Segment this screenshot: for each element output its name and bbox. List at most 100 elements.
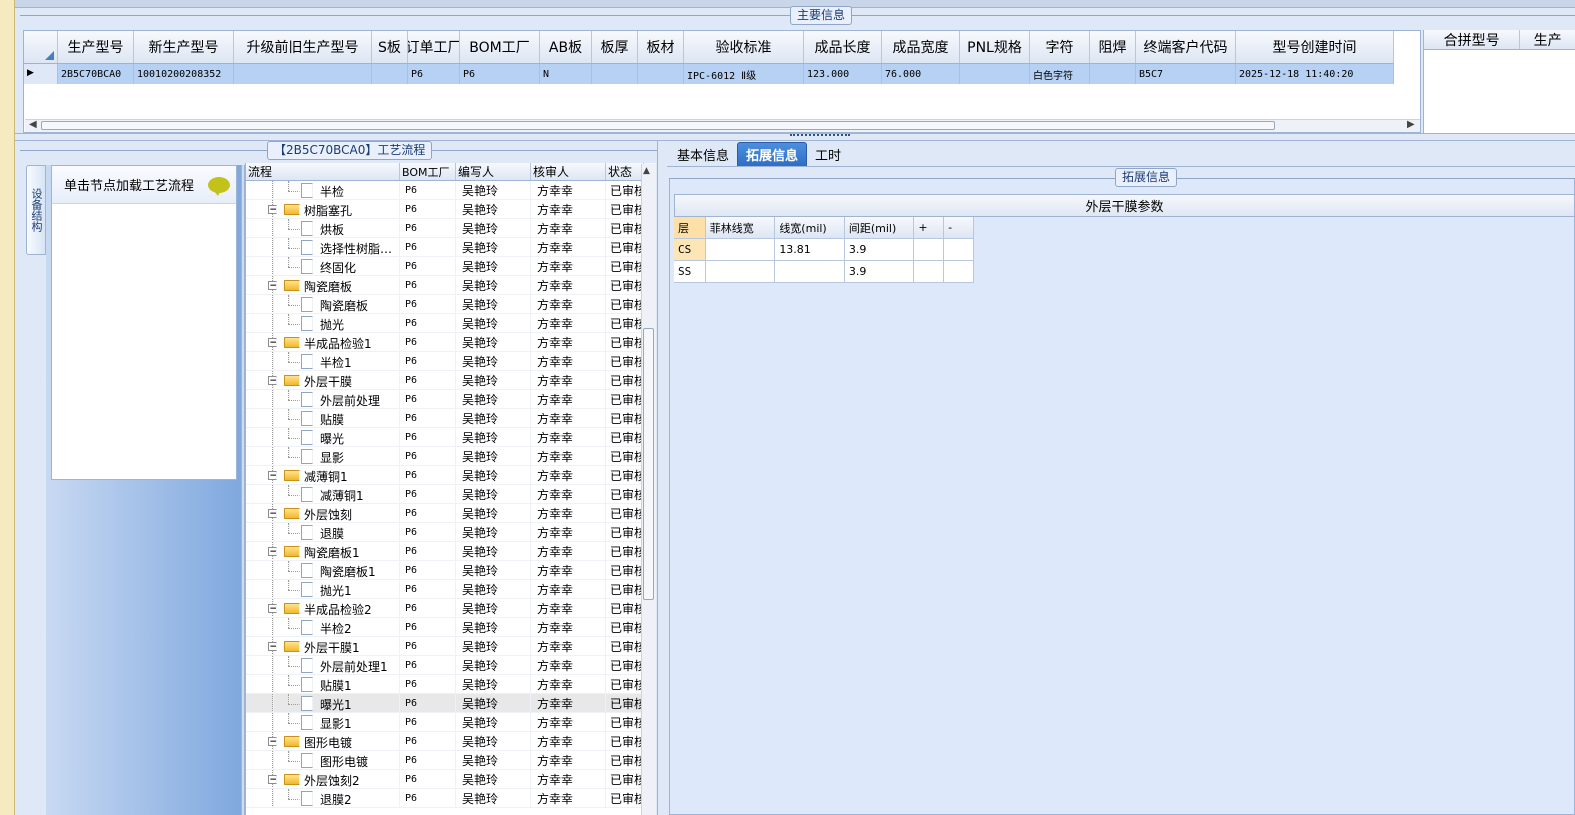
param-cell[interactable] [944, 239, 974, 261]
main-col-header[interactable]: 阻焊 [1090, 31, 1136, 63]
tree-node-label[interactable]: 图形电镀 [304, 734, 352, 750]
main-cell[interactable]: B5C7 [1136, 64, 1236, 84]
tab-equipment-structure[interactable]: 设备结构 [26, 165, 46, 255]
tree-node-cell[interactable]: − 外层干膜1 [246, 637, 400, 655]
tree-row[interactable]: 外层前处理 P6 吴艳玲 方幸幸 已审核 [246, 390, 644, 409]
tree-row[interactable]: 抛光1 P6 吴艳玲 方幸幸 已审核 [246, 580, 644, 599]
collapse-toggle-icon[interactable]: − [268, 604, 277, 613]
tree-row[interactable]: 陶瓷磨板 P6 吴艳玲 方幸幸 已审核 [246, 295, 644, 314]
remove-column-button[interactable]: - [944, 217, 974, 239]
scroll-right-icon[interactable]: ▶ [1407, 119, 1415, 130]
tree-row[interactable]: − 外层蚀刻2 P6吴艳玲方幸幸已审核 [246, 770, 644, 789]
main-cell[interactable]: 123.000 [804, 64, 882, 84]
collapse-toggle-icon[interactable]: − [268, 775, 277, 784]
param-cell[interactable] [705, 261, 776, 283]
tree-node-label[interactable]: 外层前处理 [320, 392, 380, 408]
collapse-toggle-icon[interactable]: − [268, 338, 277, 347]
tab-extended-info[interactable]: 拓展信息 [737, 142, 808, 166]
tree-node-cell[interactable]: 曝光1 [246, 694, 400, 712]
tree-node-cell[interactable]: 陶瓷磨板1 [246, 561, 400, 579]
tree-row[interactable]: 曝光1 P6 吴艳玲 方幸幸 已审核 [246, 694, 644, 713]
tree-node-label[interactable]: 树脂塞孔 [304, 202, 352, 218]
tree-row[interactable]: 外层前处理1 P6 吴艳玲 方幸幸 已审核 [246, 656, 644, 675]
param-cell[interactable]: 3.9 [844, 261, 915, 283]
tree-node-cell[interactable]: 贴膜1 [246, 675, 400, 693]
collapse-toggle-icon[interactable]: − [268, 471, 277, 480]
main-cell[interactable]: N [540, 64, 592, 84]
tree-node-cell[interactable]: 抛光 [246, 314, 400, 332]
tree-node-label[interactable]: 图形电镀 [320, 753, 368, 769]
tree-node-cell[interactable]: 陶瓷磨板 [246, 295, 400, 313]
collapse-toggle-icon[interactable]: − [268, 376, 277, 385]
tree-row[interactable]: − 树脂塞孔 P6吴艳玲方幸幸已审核 [246, 200, 644, 219]
collapse-toggle-icon[interactable]: − [268, 205, 277, 214]
tree-node-label[interactable]: 外层前处理1 [320, 658, 388, 674]
tree-node-cell[interactable]: 半检1 [246, 352, 400, 370]
tree-node-cell[interactable]: − 图形电镀 [246, 732, 400, 750]
main-cell[interactable]: 2025-12-18 11:40:20 [1236, 64, 1394, 84]
process-tree-vscroll-thumb[interactable] [643, 328, 654, 600]
tree-node-label[interactable]: 半成品检验2 [304, 601, 372, 617]
tree-node-cell[interactable]: 终固化 [246, 257, 400, 275]
layer-cell[interactable]: SS [674, 261, 706, 283]
scroll-left-icon[interactable]: ◀ [29, 119, 37, 130]
tree-row[interactable]: 贴膜 P6 吴艳玲 方幸幸 已审核 [246, 409, 644, 428]
tree-node-cell[interactable]: − 陶瓷磨板1 [246, 542, 400, 560]
tree-row[interactable]: − 陶瓷磨板1 P6吴艳玲方幸幸已审核 [246, 542, 644, 561]
tree-node-label[interactable]: 半检1 [320, 354, 352, 370]
main-col-header[interactable]: 成品长度 [804, 31, 882, 63]
main-cell[interactable]: 76.000 [882, 64, 960, 84]
tree-node-label[interactable]: 退膜2 [320, 791, 352, 807]
main-grid-row-selected[interactable]: 2B5C70BCA0 10010200208352 P6 P6 N IPC-6012 Ⅱ级… [24, 64, 1394, 84]
tree-row[interactable]: 图形电镀 P6 吴艳玲 方幸幸 已审核 [246, 751, 644, 770]
tree-node-cell[interactable]: 选择性树脂… [246, 238, 400, 256]
tree-row[interactable]: 曝光 P6 吴艳玲 方幸幸 已审核 [246, 428, 644, 447]
main-col-header[interactable]: S板 [372, 31, 408, 63]
tree-row[interactable]: 陶瓷磨板1 P6 吴艳玲 方幸幸 已审核 [246, 561, 644, 580]
main-cell[interactable] [960, 64, 1030, 84]
main-col-header[interactable]: BOM工厂 [460, 31, 540, 63]
tree-node-cell[interactable]: 外层前处理1 [246, 656, 400, 674]
tree-node-cell[interactable]: 图形电镀 [246, 751, 400, 769]
main-cell[interactable] [234, 64, 372, 84]
tree-node-label[interactable]: 选择性树脂… [320, 240, 392, 256]
splitter-grip-icon[interactable] [790, 134, 850, 139]
main-cell[interactable]: P6 [460, 64, 540, 84]
tree-node-cell[interactable]: 抛光1 [246, 580, 400, 598]
tree-row[interactable]: − 图形电镀 P6吴艳玲方幸幸已审核 [246, 732, 644, 751]
tree-node-label[interactable]: 陶瓷磨板1 [320, 563, 376, 579]
tree-node-label[interactable]: 显影1 [320, 715, 352, 731]
tree-node-label[interactable]: 终固化 [320, 259, 356, 275]
collapse-toggle-icon[interactable]: − [268, 281, 277, 290]
main-col-header[interactable]: 订单工厂 [408, 31, 460, 63]
tree-row[interactable]: 贴膜1 P6 吴艳玲 方幸幸 已审核 [246, 675, 644, 694]
tree-row[interactable]: 选择性树脂… P6 吴艳玲 方幸幸 已审核 [246, 238, 644, 257]
add-column-button[interactable]: + [914, 217, 945, 239]
tree-node-cell[interactable]: 烘板 [246, 219, 400, 237]
main-col-header[interactable]: 板材 [638, 31, 684, 63]
tree-row[interactable]: 退膜2 P6 吴艳玲 方幸幸 已审核 [246, 789, 644, 808]
main-cell[interactable] [638, 64, 684, 84]
tree-row[interactable]: − 减薄铜1 P6吴艳玲方幸幸已审核 [246, 466, 644, 485]
tree-row[interactable]: 烘板 P6 吴艳玲 方幸幸 已审核 [246, 219, 644, 238]
tree-row[interactable]: 半检 P6 吴艳玲 方幸幸 已审核 [246, 181, 644, 200]
tree-node-label[interactable]: 半检2 [320, 620, 352, 636]
tree-node-cell[interactable]: − 半成品检验2 [246, 599, 400, 617]
process-tree-grid[interactable]: 流程 BOM工厂 编写人 核审人 状态 半检P6吴艳玲方幸幸已审核−树脂塞孔P6… [245, 163, 656, 815]
collapse-toggle-icon[interactable]: − [268, 737, 277, 746]
tree-node-label[interactable]: 半成品检验1 [304, 335, 372, 351]
main-col-header[interactable]: AB板 [540, 31, 592, 63]
params-row[interactable]: SS 3.9 [674, 261, 974, 283]
tree-node-cell[interactable]: 退膜 [246, 523, 400, 541]
main-col-header[interactable]: 板厚 [592, 31, 638, 63]
tree-node-cell[interactable]: 外层前处理 [246, 390, 400, 408]
grid-corner-select-all[interactable] [25, 31, 57, 63]
tree-row[interactable]: 终固化 P6 吴艳玲 方幸幸 已审核 [246, 257, 644, 276]
tree-node-label[interactable]: 陶瓷磨板 [320, 297, 368, 313]
merge-model-grid[interactable]: 合拼型号 生产 [1423, 30, 1575, 133]
tree-node-label[interactable]: 外层蚀刻 [304, 506, 352, 522]
main-col-header[interactable]: 生产型号 [58, 31, 134, 63]
tree-node-cell[interactable]: 减薄铜1 [246, 485, 400, 503]
param-cell[interactable]: 13.81 [775, 239, 845, 261]
main-col-header[interactable]: 终端客户代码 [1136, 31, 1236, 63]
